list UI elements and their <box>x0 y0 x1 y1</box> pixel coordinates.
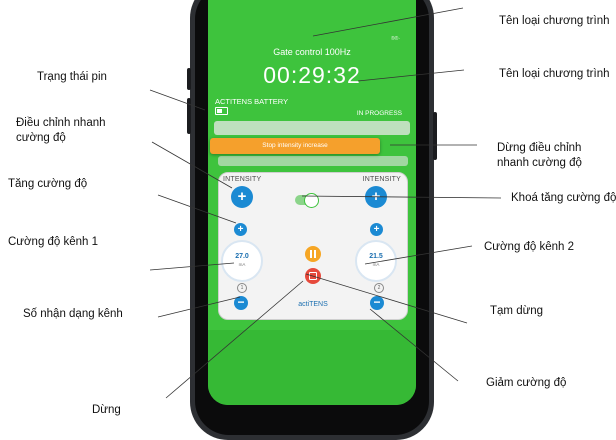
callout-decrease: Giảm cường độ <box>486 377 567 389</box>
callout-program-name-2: Tên loại chương trình <box>499 68 610 80</box>
callout-battery: Trạng thái pin <box>37 71 107 83</box>
callout-pause: Tạm dừng <box>490 305 544 317</box>
callout-quick-adjust-line2: cường độ <box>16 132 66 144</box>
callout-quick-adjust-line1: Điều chỉnh nhanh <box>16 117 106 129</box>
callout-channel-id: Số nhận dạng kênh <box>23 308 123 320</box>
callout-stop-adjust-line2: nhanh cường độ <box>497 157 582 169</box>
leader-line-quick-adjust <box>151 141 233 189</box>
leader-line-decrease <box>369 308 459 382</box>
callout-stop-adjust-line1: Dừng điều chỉnh <box>497 142 582 154</box>
leader-line-lock <box>301 195 502 199</box>
callout-channel2: Cường độ kênh 2 <box>484 241 575 253</box>
callout-lock: Khoá tăng cường độ <box>511 192 616 204</box>
leader-line-timer <box>357 69 465 82</box>
leader-line-battery <box>149 89 206 111</box>
leader-line-channel1 <box>149 262 235 271</box>
leader-line-increase <box>157 194 237 224</box>
callout-lines <box>149 7 502 399</box>
callout-channel1: Cường độ kênh 1 <box>8 236 99 248</box>
callout-stop: Dừng <box>92 404 121 416</box>
leader-line-channel2 <box>364 245 473 265</box>
callout-program-name: Tên loại chương trình <box>499 15 610 27</box>
leader-line-program-name <box>312 7 464 37</box>
leader-line-channel-id <box>157 296 241 318</box>
callout-increase: Tăng cường độ <box>8 178 88 190</box>
leader-line-pause <box>305 273 468 324</box>
